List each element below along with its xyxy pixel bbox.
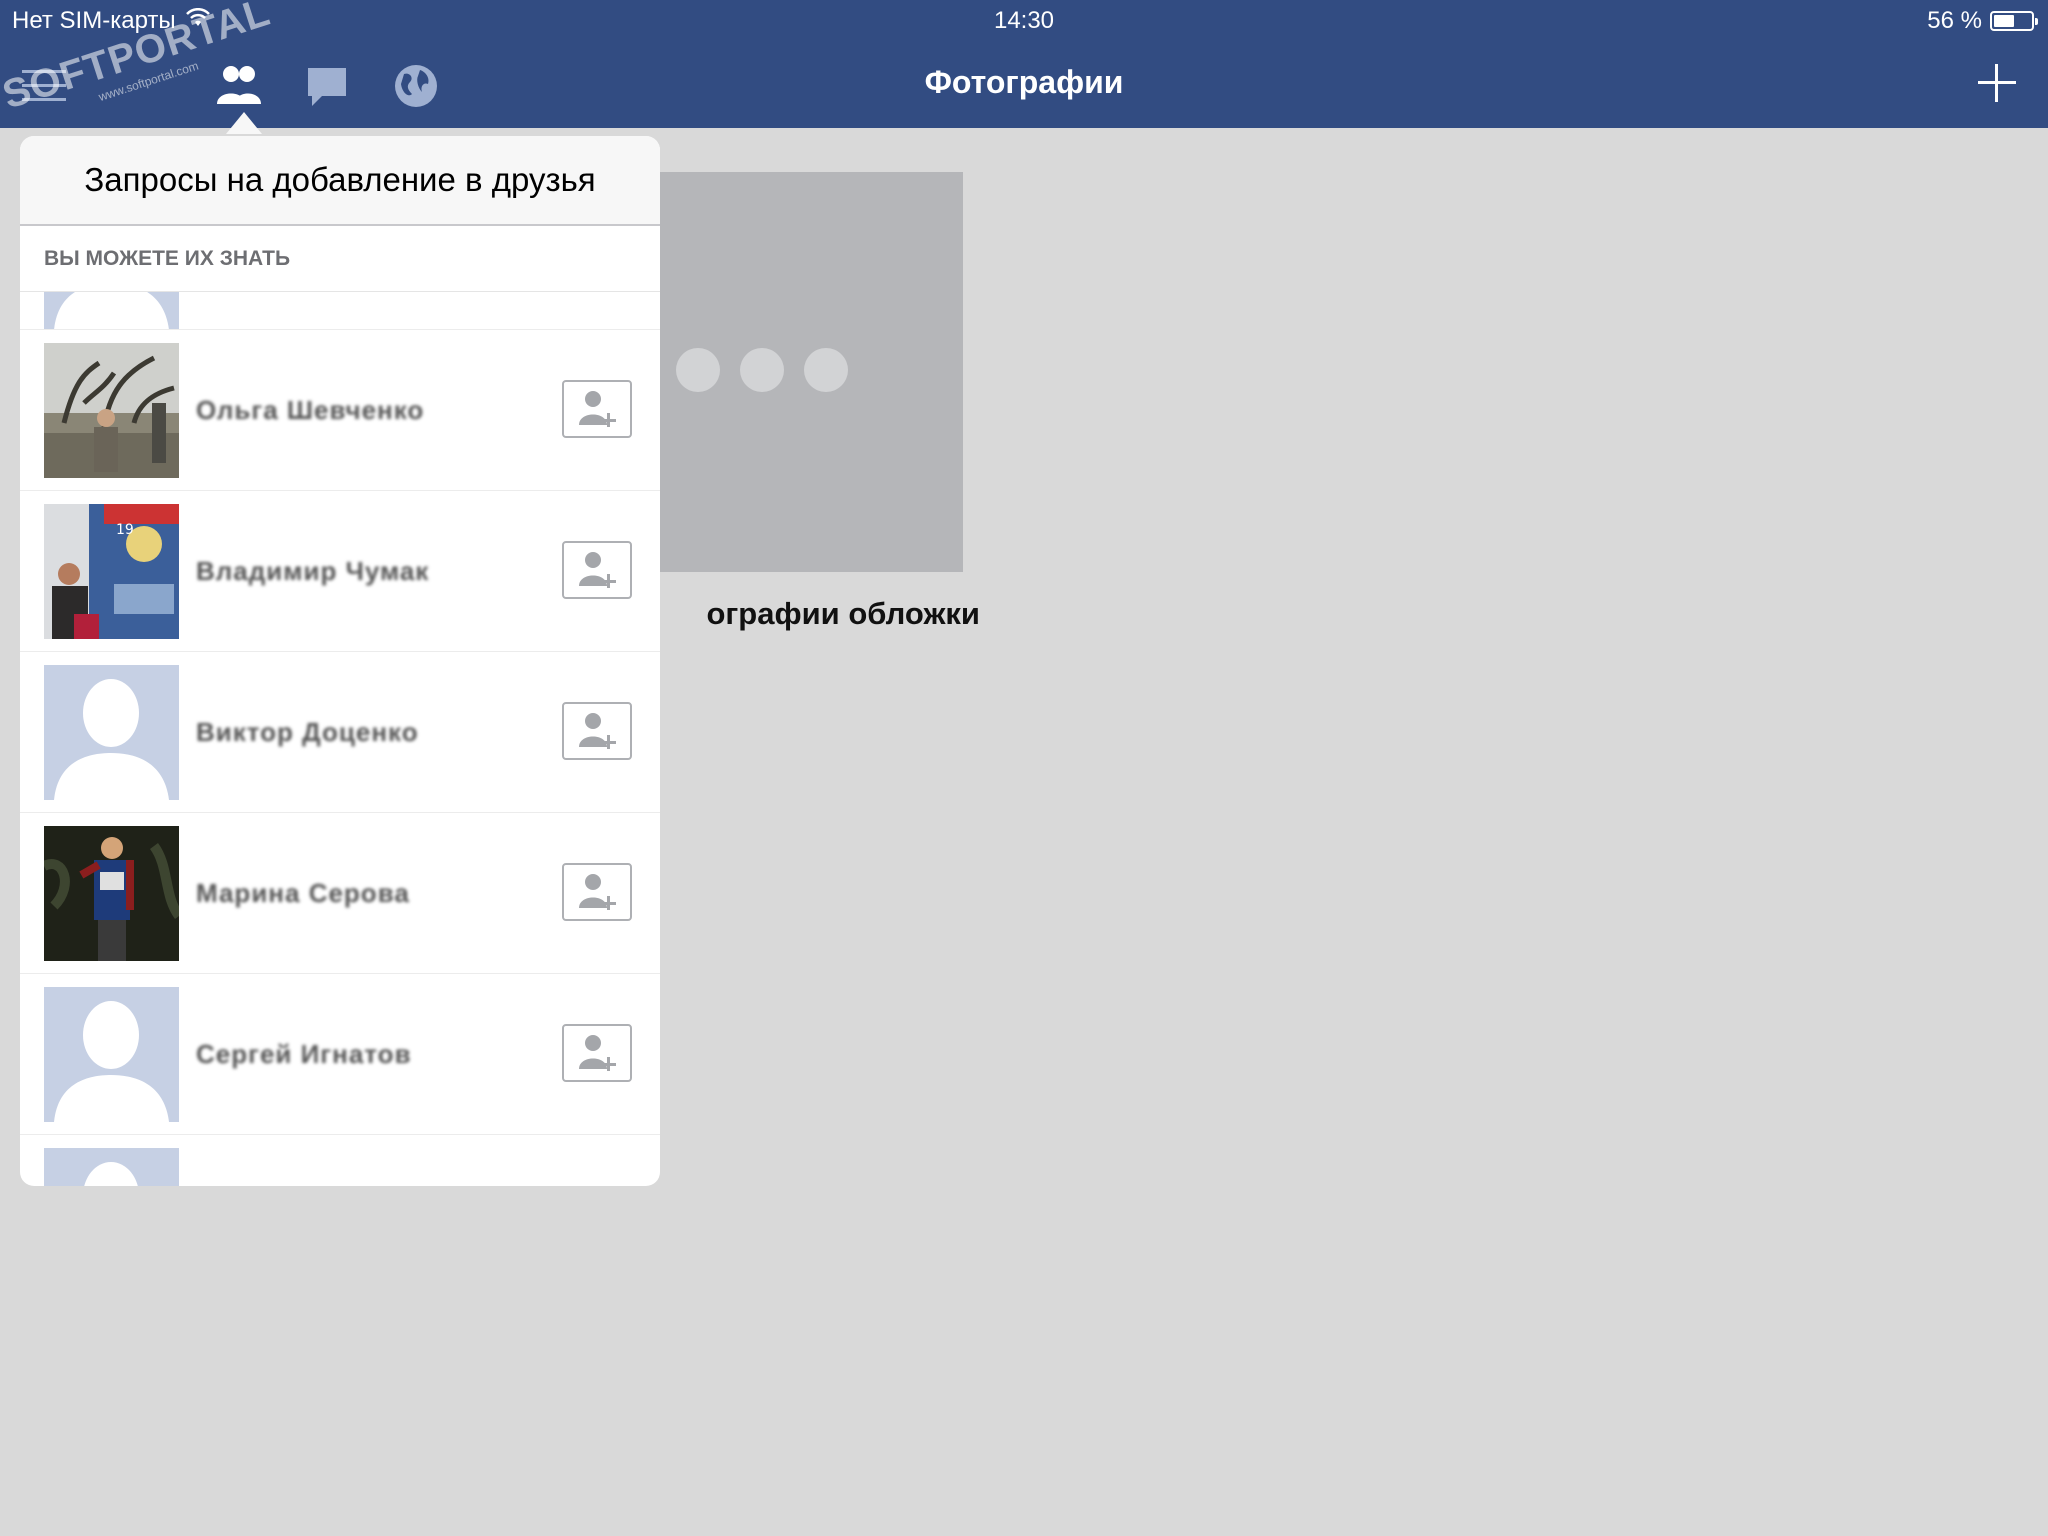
list-item[interactable]: Сергей Игнатов: [20, 974, 660, 1135]
popover-arrow: [226, 112, 262, 134]
svg-text:19: 19: [116, 522, 134, 538]
popover-title: Запросы на добавление в друзья: [20, 136, 660, 226]
avatar: [44, 1148, 179, 1186]
add-icon[interactable]: [1978, 64, 2016, 102]
messages-icon[interactable]: [306, 66, 348, 113]
person-name[interactable]: Владимир Чумак: [196, 491, 429, 652]
loading-dot: [740, 348, 784, 392]
add-friend-button[interactable]: [562, 702, 632, 760]
album-cover-tile[interactable]: [660, 172, 963, 572]
avatar: 19: [44, 504, 179, 639]
status-right: 56 %: [1927, 7, 2038, 35]
list-item-partial[interactable]: [20, 1135, 660, 1186]
avatar: [44, 987, 179, 1122]
section-header: ВЫ МОЖЕТЕ ИХ ЗНАТЬ: [20, 226, 660, 292]
add-friend-icon: [579, 874, 616, 910]
list-item[interactable]: Ольга Шевченко: [20, 330, 660, 491]
add-friend-icon: [579, 1035, 616, 1071]
add-friend-button[interactable]: [562, 1024, 632, 1082]
add-friend-button[interactable]: [562, 863, 632, 921]
loading-dot: [676, 348, 720, 392]
person-name[interactable]: Виктор Доценко: [196, 652, 419, 813]
top-bar: Нет SIM-карты 14:30 56 % Фотографии: [0, 0, 2048, 128]
list-item[interactable]: Виктор Доценко: [20, 652, 660, 813]
people-list[interactable]: Ольга Шевченко 19 Владимир Чумак Виктор …: [20, 292, 660, 1186]
add-friend-button[interactable]: [562, 380, 632, 438]
list-item[interactable]: Марина Серова: [20, 813, 660, 974]
add-friend-icon: [579, 552, 616, 588]
add-friend-icon: [579, 713, 616, 749]
person-name[interactable]: Сергей Игнатов: [196, 974, 412, 1135]
person-name[interactable]: Марина Серова: [196, 813, 410, 974]
avatar: [44, 292, 179, 329]
loading-dot: [804, 348, 848, 392]
add-friend-icon: [579, 391, 616, 427]
loading-dots: [676, 348, 848, 392]
add-friend-button[interactable]: [562, 541, 632, 599]
avatar: [44, 826, 179, 961]
avatar: [44, 665, 179, 800]
list-item-partial[interactable]: [20, 292, 660, 330]
page-title: Фотографии: [924, 64, 1124, 100]
battery-label: 56 %: [1927, 7, 1982, 34]
avatar: [44, 343, 179, 478]
person-name[interactable]: Ольга Шевченко: [196, 330, 424, 491]
friend-requests-popover: Запросы на добавление в друзья ВЫ МОЖЕТЕ…: [20, 136, 660, 1186]
clock: 14:30: [993, 7, 1055, 34]
friends-icon[interactable]: [214, 62, 264, 111]
list-item[interactable]: 19 Владимир Чумак: [20, 491, 660, 652]
album-label[interactable]: ографии обложки: [640, 596, 980, 632]
battery-icon: [1990, 11, 2038, 31]
menu-icon[interactable]: [22, 68, 66, 109]
globe-icon[interactable]: [394, 64, 438, 113]
